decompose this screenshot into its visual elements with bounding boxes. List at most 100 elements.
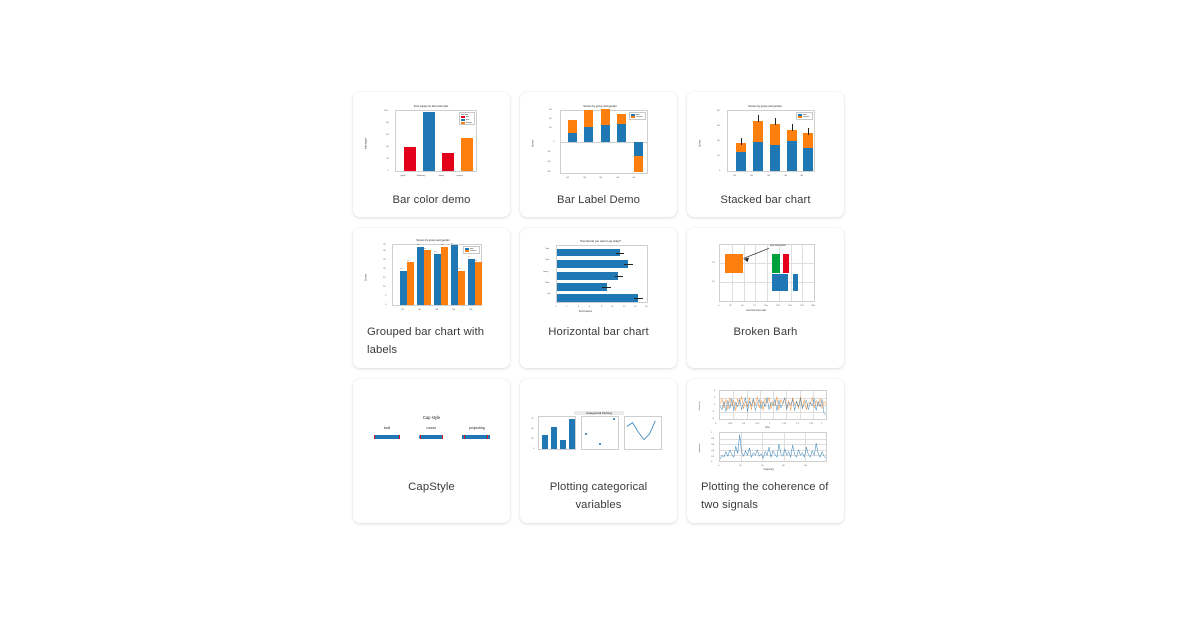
error-bar [757, 115, 758, 123]
y-tick: 0.6 [711, 443, 715, 446]
chart-xlabel: seconds since start [746, 309, 767, 312]
error-bar [623, 264, 633, 265]
error-bar [616, 252, 625, 253]
x-tick: 1 [769, 422, 771, 425]
y-tick: 25 [383, 258, 386, 261]
gallery-card-bar-color-demo[interactable]: Fruit supply by kind and color fruit sup… [353, 92, 510, 217]
y-tick: Slim [545, 281, 550, 284]
chart-title: How fast do you want to go today? [580, 239, 621, 243]
x-tick: G5 [469, 308, 472, 311]
chart-legend: Men Women [796, 112, 813, 121]
legend-entry: Women [798, 116, 811, 119]
bar-women [736, 143, 746, 152]
x-tick: G3 [599, 176, 602, 179]
chart-ylabel: Scores [698, 139, 702, 148]
card-title: Grouped bar chart with labels [367, 326, 485, 356]
subplot-line [624, 416, 662, 450]
x-tick: G3 [767, 174, 770, 177]
y-tick: 50 [531, 427, 534, 430]
gallery-card-capstyle[interactable]: Cap style butt round projecting CapStyle [353, 379, 510, 523]
bar-women [568, 119, 577, 133]
thumbnail-capstyle: Cap style butt round projecting [359, 385, 504, 473]
x-tick: 0.5 [742, 422, 746, 425]
x-tick: G3 [435, 308, 438, 311]
x-tick: G4 [452, 308, 455, 311]
y-tick: 60 [549, 108, 552, 111]
chart-legend: Men Women [463, 246, 480, 255]
y-tick: -2 [712, 410, 714, 413]
x-tick: G5 [632, 176, 635, 179]
chart-ylabel: Scores [531, 139, 535, 148]
y-tick: 15 [383, 276, 386, 279]
card-title: Plotting the coherence of two signals [701, 481, 829, 511]
x-tick: 4 [578, 305, 580, 308]
y-tick: -20 [547, 150, 551, 153]
legend-entry: orange [461, 121, 473, 124]
y-tick: 0.8 [711, 437, 715, 440]
capstyle-line-projecting [462, 435, 490, 439]
scatter-point [585, 433, 587, 435]
legend-swatch-women [631, 116, 636, 119]
chart-title: Categorical Plotting [574, 411, 624, 415]
subplot-bar [538, 416, 576, 450]
x-tick: G1 [401, 308, 404, 311]
capstyle-endpoint-marker [487, 435, 489, 439]
x-tick: 14 [634, 305, 637, 308]
y-tick: -40 [547, 160, 551, 163]
bar [569, 419, 575, 449]
x-tick: 1.75 [809, 422, 814, 425]
y-tick: 0 [711, 460, 713, 463]
legend-entry: Women [465, 250, 478, 253]
x-tick: 100 [764, 304, 768, 307]
bar-men [601, 124, 610, 142]
y-tick: 25 [712, 261, 715, 264]
x-tick: 0.75 [755, 422, 760, 425]
bar-label: 20 [458, 268, 461, 271]
capstyle-line-butt [375, 435, 399, 439]
bar-men [568, 132, 577, 142]
y-tick: 25 [531, 437, 534, 440]
bar-men [803, 148, 813, 171]
error-bar [807, 128, 808, 135]
chart-ylabel: fruit supply [364, 138, 368, 149]
bar-women [601, 109, 610, 125]
x-tick: 0.25 [728, 422, 733, 425]
card-title: Stacked bar chart [720, 194, 811, 206]
y-tick: 10 [383, 285, 386, 288]
x-tick: 0 [718, 464, 720, 467]
legend-swatch-blue [461, 119, 465, 122]
x-tick: 8 [601, 305, 603, 308]
gallery-card-coherence-two-signals[interactable]: s1 and s2 4 2 0 -2 -4 0 0.25 0.5 0.75 1 … [687, 379, 844, 523]
chart-title: Scores by group and gender [416, 238, 450, 242]
bar-men [753, 142, 763, 171]
bar-women [475, 262, 482, 305]
legend-label: Women [636, 116, 643, 119]
bar-label: 25 [475, 259, 478, 262]
gallery-card-categorical-plotting[interactable]: Categorical Plotting 0 25 50 75 Plotting… [520, 379, 677, 523]
bar [442, 153, 454, 171]
x-tick: 1.25 [782, 422, 787, 425]
gallery-card-broken-barh[interactable]: race interrupted 25 15 0 25 50 75 100 12… [687, 228, 844, 368]
legend-label: blue [466, 119, 470, 121]
plot-area: race interrupted [719, 244, 815, 302]
bar-men [770, 145, 780, 171]
gallery-card-horizontal-bar-chart[interactable]: How fast do you want to go today? Tom Di… [520, 228, 677, 368]
gallery-card-stacked-bar-chart[interactable]: Scores by group and gender Scores Men Wo… [687, 92, 844, 217]
chart-title: Fruit supply by kind and color [413, 104, 449, 108]
legend-label: red [466, 116, 469, 119]
x-tick: G2 [418, 308, 421, 311]
bar-men [584, 126, 593, 142]
line-path [626, 420, 656, 441]
gallery-card-bar-label-demo[interactable]: Scores by group and gender Scores Men Wo… [520, 92, 677, 217]
signal-traces [720, 396, 826, 416]
gallery-card-grouped-bar-labels[interactable]: Scores by group and gender Scores 20 25 … [353, 228, 510, 368]
y-tick: 4 [714, 389, 716, 392]
x-tick: 1.5 [796, 422, 800, 425]
x-tick: 40 [804, 464, 807, 467]
bar-women [803, 133, 813, 149]
x-tick: 20 [761, 464, 764, 467]
y-tick: 80 [386, 121, 389, 124]
bar-women [441, 246, 448, 305]
legend-swatch-women [465, 250, 470, 253]
bar-women [424, 250, 431, 305]
